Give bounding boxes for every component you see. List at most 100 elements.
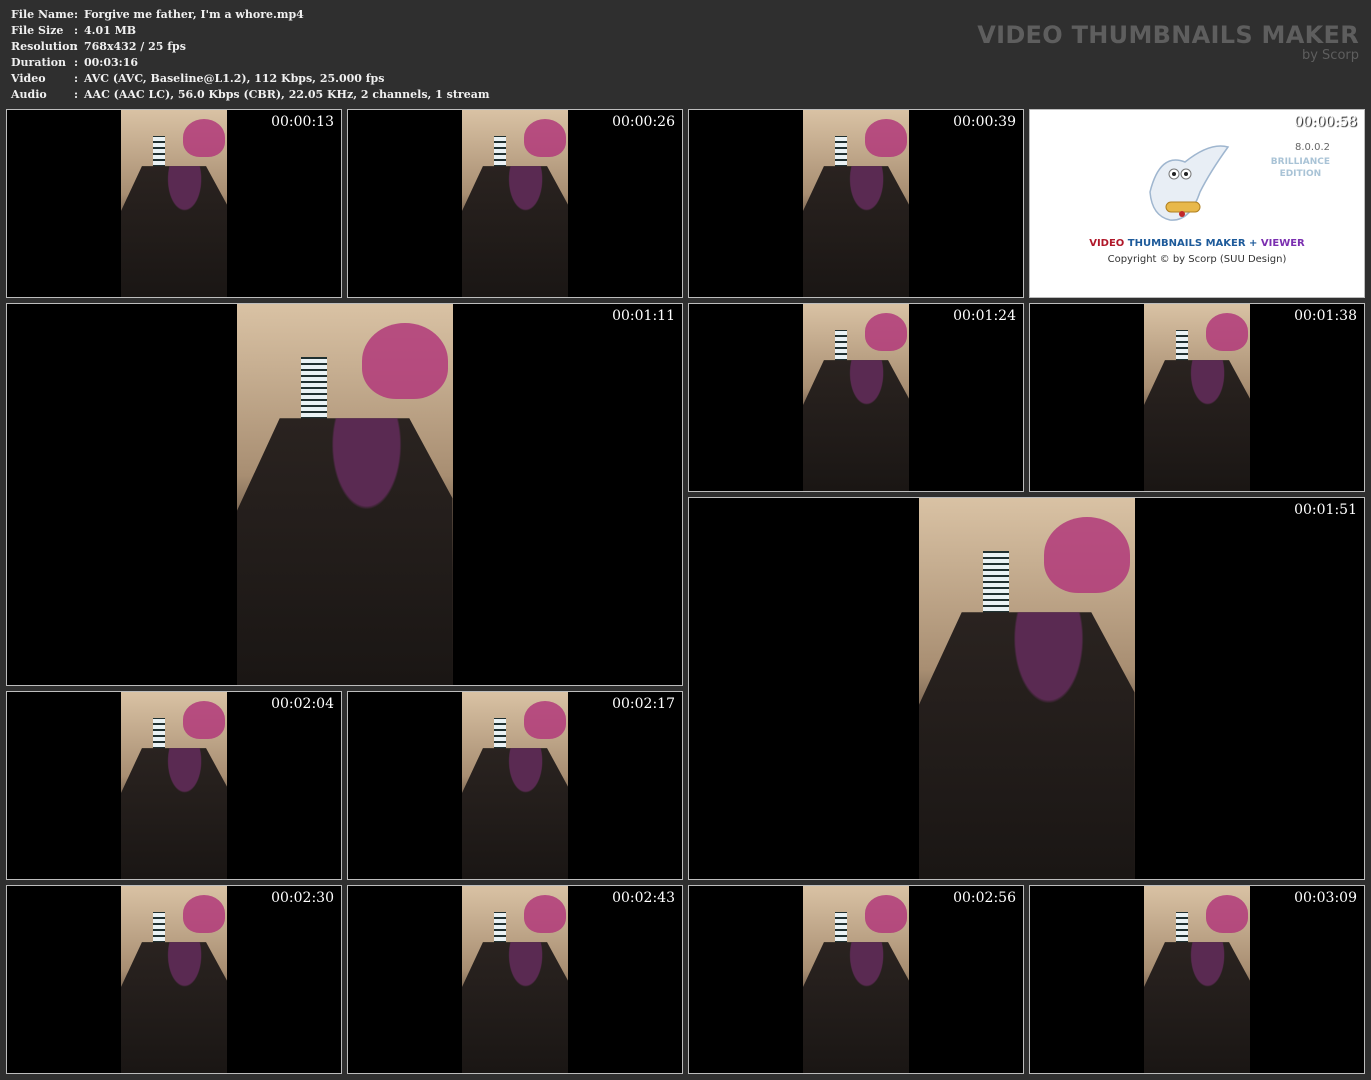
frame-timestamp: 00:02:30: [271, 890, 334, 906]
hair: [1205, 313, 1249, 351]
thumbnail-frame-large[interactable]: 00:01:11: [6, 303, 683, 686]
hair: [864, 895, 908, 933]
info-value: AVC (AVC, Baseline@L1.2), 112 Kbps, 25.0…: [84, 72, 385, 85]
hair: [182, 119, 226, 157]
info-sep: :: [74, 88, 79, 101]
video-still: [120, 886, 228, 1073]
info-label: Video: [11, 72, 46, 85]
frame-timestamp: 00:02:56: [953, 890, 1016, 906]
info-value: Forgive me father, I'm a whore.mp4: [84, 8, 304, 21]
info-label: File Size: [11, 24, 64, 37]
info-row-file-name: File Name: Forgive me father, I'm a whore…: [11, 7, 490, 23]
frame-timestamp: 00:03:09: [1294, 890, 1357, 906]
person: [802, 360, 910, 491]
splash-edition-line: EDITION: [1279, 169, 1322, 179]
frame-timestamp: 00:02:43: [612, 890, 675, 906]
splash-edition-line: BRILLIANCE: [1270, 157, 1330, 167]
video-still: [461, 110, 569, 297]
person: [236, 418, 453, 685]
info-row-duration: Duration:00:03:16: [11, 55, 490, 71]
brand-watermark: VIDEO THUMBNAILS MAKER by Scorp: [977, 20, 1359, 62]
info-value: 4.01 MB: [84, 24, 137, 37]
thumbnail-frame[interactable]: 00:01:24: [688, 303, 1024, 492]
splash-title-part: VIDEO: [1089, 238, 1125, 249]
hair: [1205, 895, 1249, 933]
video-still: [461, 692, 569, 879]
person: [918, 612, 1135, 879]
hair: [523, 895, 567, 933]
info-sep: :: [74, 72, 79, 85]
hair: [864, 313, 908, 351]
owl-logo-icon: [1149, 145, 1230, 221]
thumbnail-frame-splash[interactable]: 8.0.0.2 BRILLIANCE EDITION VIDEO THUMBNA…: [1029, 109, 1365, 298]
thumbnail-frame[interactable]: 00:00:39: [688, 109, 1024, 298]
thumbnail-frame[interactable]: 00:02:04: [6, 691, 342, 880]
person: [461, 166, 569, 297]
person: [802, 942, 910, 1073]
thumbnail-frame[interactable]: 00:02:56: [688, 885, 1024, 1074]
person: [461, 748, 569, 879]
thumbnail-frame[interactable]: 00:02:17: [347, 691, 683, 880]
info-value: AAC (AAC LC), 56.0 Kbps (CBR), 22.05 KHz…: [84, 88, 490, 101]
frame-timestamp: 00:02:17: [612, 696, 675, 712]
splash-title-part: VIEWER: [1260, 238, 1305, 249]
frame-timestamp: 00:00:58: [1294, 114, 1357, 130]
info-value: 768x432 / 25 fps: [84, 40, 186, 53]
frame-timestamp: 00:00:39: [953, 114, 1016, 130]
thumbnail-frame[interactable]: 00:02:43: [347, 885, 683, 1074]
splash-title-part: THUMBNAILS MAKER: [1127, 238, 1246, 249]
info-row-resolution: Resolution: 768x432 / 25 fps: [11, 39, 490, 55]
person: [1143, 360, 1251, 491]
video-still: [120, 692, 228, 879]
info-sep: :: [74, 56, 79, 69]
info-row-audio: Audio: AAC (AAC LC), 56.0 Kbps (CBR), 22.…: [11, 87, 490, 103]
person: [120, 166, 228, 297]
info-sep: :: [74, 24, 79, 37]
thumbnail-frame[interactable]: 00:02:30: [6, 885, 342, 1074]
info-label: Audio: [11, 88, 47, 101]
thumbnail-frame[interactable]: 00:03:09: [1029, 885, 1365, 1074]
video-still: [120, 110, 228, 297]
hair: [182, 895, 226, 933]
frame-timestamp: 00:01:51: [1294, 502, 1357, 518]
video-still: [1143, 886, 1251, 1073]
video-still: [236, 304, 453, 685]
video-still: [918, 498, 1135, 879]
person: [1143, 942, 1251, 1073]
info-row-video: Video: AVC (AVC, Baseline@L1.2), 112 Kbps…: [11, 71, 490, 87]
info-label: Resolution: [11, 40, 78, 53]
hair: [361, 323, 449, 400]
person: [802, 166, 910, 297]
info-value: 00:03:16: [84, 56, 139, 69]
info-row-file-size: File Size:4.01 MB: [11, 23, 490, 39]
thumbnail-frame[interactable]: 00:01:38: [1029, 303, 1365, 492]
info-label: File Name: [11, 8, 74, 21]
brand-title: VIDEO THUMBNAILS MAKER: [977, 21, 1359, 49]
thumbnail-frame-large[interactable]: 00:01:51: [688, 497, 1365, 880]
file-info-block: File Name: Forgive me father, I'm a whore…: [11, 7, 490, 103]
brand-subtitle: by Scorp: [1301, 48, 1359, 63]
splash-title: VIDEO THUMBNAILS MAKER + VIEWER: [1030, 238, 1364, 249]
app-splash: 8.0.0.2 BRILLIANCE EDITION VIDEO THUMBNA…: [1030, 110, 1364, 297]
splash-version: 8.0.0.2: [1295, 142, 1330, 153]
video-still: [1143, 304, 1251, 491]
frame-timestamp: 00:01:24: [953, 308, 1016, 324]
hair: [1043, 517, 1131, 594]
splash-edition: BRILLIANCE EDITION: [1271, 156, 1330, 180]
video-still: [802, 110, 910, 297]
video-still: [802, 886, 910, 1073]
video-still: [802, 304, 910, 491]
info-sep: :: [74, 40, 79, 53]
video-still: [461, 886, 569, 1073]
splash-copyright: Copyright © by Scorp (SUU Design): [1107, 254, 1287, 265]
hair: [182, 701, 226, 739]
hair: [523, 119, 567, 157]
frame-timestamp: 00:00:26: [612, 114, 675, 130]
hair: [523, 701, 567, 739]
splash-title-part: +: [1249, 238, 1258, 249]
info-label: Duration: [11, 56, 67, 69]
thumbnail-frame[interactable]: 00:00:13: [6, 109, 342, 298]
hair: [864, 119, 908, 157]
frame-timestamp: 00:00:13: [271, 114, 334, 130]
thumbnail-frame[interactable]: 00:00:26: [347, 109, 683, 298]
